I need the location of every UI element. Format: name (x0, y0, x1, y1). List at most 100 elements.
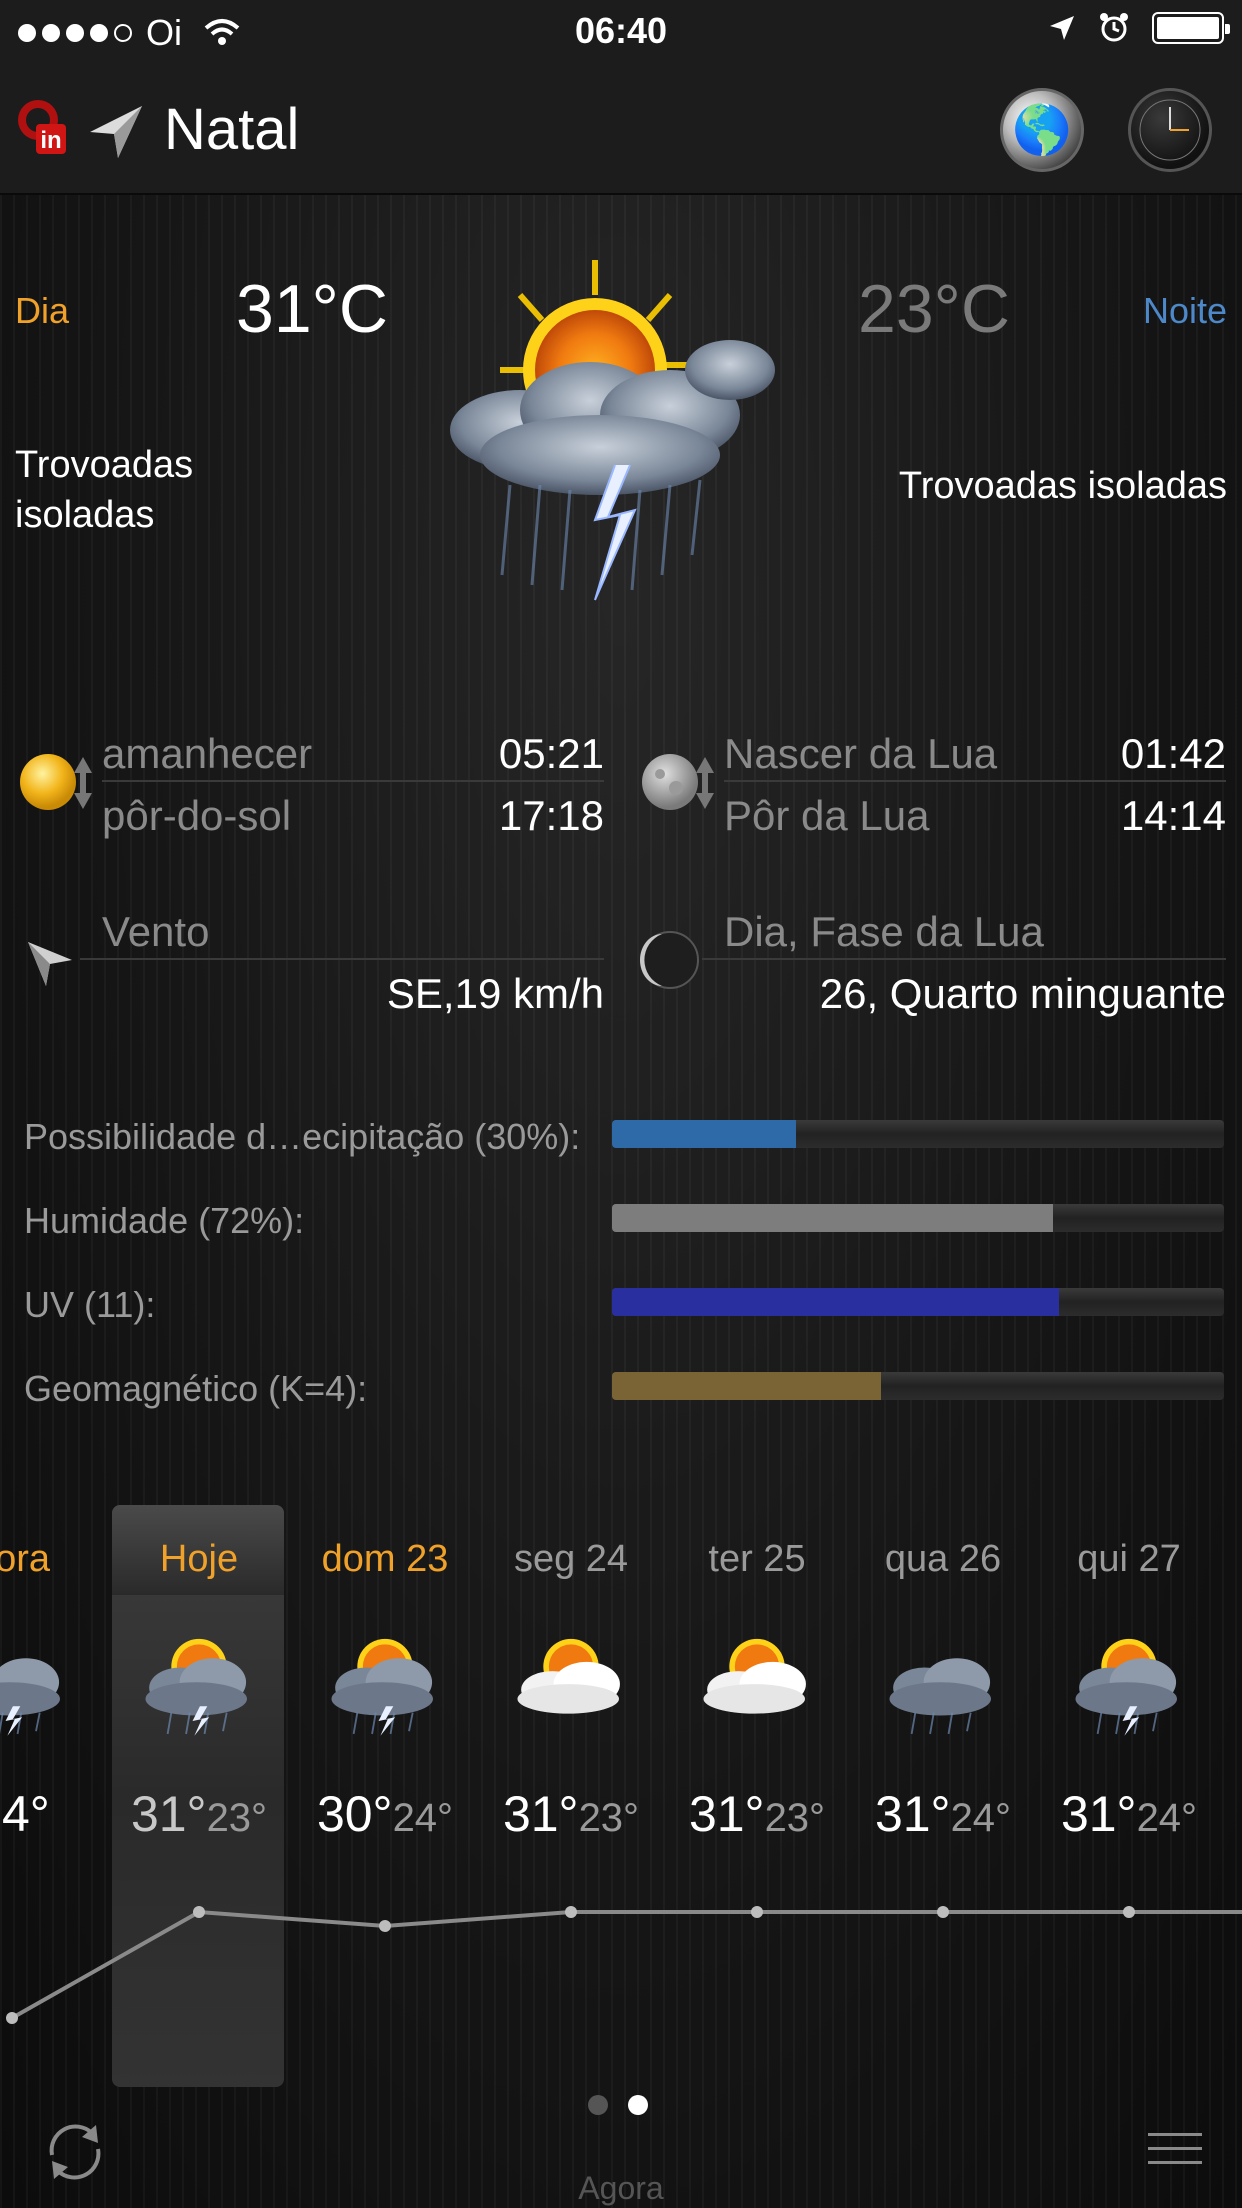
forecast-temperature: 31°23° (476, 1785, 666, 1843)
humidity-bar (612, 1204, 1224, 1232)
day-condition: Trovoadas isoladas (15, 444, 194, 536)
svg-text:in: in (40, 127, 61, 154)
sunset-label: pôr-do-sol (102, 792, 292, 839)
sunrise-row: amanhecer 05:21 (102, 730, 604, 778)
forecast-day-label[interactable]: Hoje (109, 1538, 289, 1581)
clock-button[interactable] (1128, 88, 1212, 172)
forecast-high: 31° (502, 1786, 579, 1842)
sunrise-time: 05:21 (498, 730, 604, 777)
moonrise-time: 01:42 (1120, 730, 1226, 777)
forecast-temperature: 31°24° (1034, 1785, 1224, 1843)
forecast-high: 31° (130, 1786, 207, 1842)
night-condition: Trovoadas isoladas (898, 465, 1227, 507)
forecast-high: 30° (316, 1786, 393, 1842)
forecast-day-label[interactable]: qua 26 (853, 1538, 1033, 1581)
bar-fill (612, 1120, 796, 1148)
forecast-temperature: 31°24° (848, 1785, 1038, 1843)
forecast-high: 31° (874, 1786, 951, 1842)
moon-icon (642, 754, 698, 810)
uv-bar (612, 1288, 1224, 1316)
alarm-icon (1100, 13, 1128, 42)
thunderstorm-cloud-icon (0, 1658, 60, 1736)
agora-label: Agora (578, 2170, 664, 2206)
forecast-low: 23° (206, 1796, 268, 1840)
wind-label-row: Vento (102, 908, 604, 956)
precipitation-bar (612, 1120, 1224, 1148)
temperature-graph (6, 1906, 1242, 2024)
forecast-low: 23° (764, 1796, 826, 1840)
nav-bar: in Natal 🌎 (0, 70, 1242, 190)
forecast-high: 31° (1060, 1786, 1137, 1842)
sunset-time: 17:18 (498, 792, 604, 839)
forecast-day-label[interactable]: ter 25 (667, 1538, 847, 1581)
wind-direction-icon (28, 942, 72, 986)
thunderstorm-sun-icon (450, 260, 775, 601)
sunset-row: pôr-do-sol 17:18 (102, 792, 604, 840)
thunderstorm-sun-icon (331, 1638, 433, 1736)
geomagnetic-bar (612, 1372, 1224, 1400)
page-dot[interactable] (588, 2095, 608, 2115)
weather-in-logo-icon[interactable]: in (14, 98, 68, 156)
up-down-arrows-icon (696, 757, 714, 809)
page-indicator[interactable] (588, 2095, 648, 2115)
thunderstorm-sun-icon (1075, 1638, 1177, 1736)
forecast-temperature: 24° (0, 1785, 107, 1843)
forecast-low: 24° (1136, 1796, 1198, 1840)
forecast-low: 24° (950, 1796, 1012, 1840)
forecast-day-label[interactable]: seg 24 (481, 1538, 661, 1581)
menu-icon[interactable] (1148, 2133, 1202, 2169)
sun-icon (20, 754, 76, 810)
forecast-day-label[interactable]: qui 27 (1039, 1538, 1219, 1581)
night-temperature: 23°C (858, 271, 1010, 347)
moonrise-label: Nascer da Lua (724, 730, 998, 777)
moon-phase-label-row: Dia, Fase da Lua (724, 908, 1226, 956)
moon-phase-icon (640, 931, 699, 989)
moonrise-row: Nascer da Lua 01:42 (724, 730, 1226, 778)
page-dot-active[interactable] (628, 2095, 648, 2115)
sun-cloud-icon (703, 1638, 806, 1714)
wind-value: SE,19 km/h (386, 970, 604, 1017)
moon-phase-label: Dia, Fase da Lua (724, 908, 1044, 955)
up-down-arrows-icon (74, 757, 92, 809)
geomagnetic-label: Geomagnético (K=4): (24, 1368, 368, 1409)
divider (80, 958, 604, 960)
divider (702, 958, 1226, 960)
sunrise-label: amanhecer (102, 730, 313, 777)
forecast-day-label[interactable]: dom 23 (295, 1538, 475, 1581)
thunderstorm-sun-icon (145, 1638, 247, 1736)
forecast-low: 23° (578, 1796, 640, 1840)
forecast-low: 24° (392, 1796, 454, 1840)
precipitation-label: Possibilidade d…ecipitação (30%): (24, 1116, 581, 1157)
bar-fill (612, 1372, 882, 1400)
sun-cloud-icon (517, 1638, 620, 1714)
humidity-label: Humidade (72%): (24, 1200, 305, 1241)
wind-label: Vento (102, 908, 210, 955)
moonset-row: Pôr da Lua 14:14 (724, 792, 1226, 840)
bar-fill (612, 1204, 1053, 1232)
bar-fill (612, 1288, 1059, 1316)
rain-cloud-icon (889, 1658, 991, 1735)
globe-icon: 🌎 (1012, 104, 1072, 157)
city-name[interactable]: Natal (164, 96, 299, 163)
forecast-high: 31° (688, 1786, 765, 1842)
uv-label: UV (11): (24, 1284, 156, 1325)
location-arrow-icon[interactable] (86, 102, 146, 162)
moonset-label: Pôr da Lua (724, 792, 930, 839)
moonset-time: 14:14 (1120, 792, 1226, 839)
status-bar: Oi 06:40 (0, 0, 1242, 62)
forecast-temperature: 31°23° (662, 1785, 852, 1843)
top-bar: Oi 06:40 in Natal 🌎 (0, 0, 1242, 195)
location-services-icon (1050, 16, 1074, 40)
forecast-temperature: 30°24° (290, 1785, 480, 1843)
battery-icon (1152, 12, 1230, 44)
status-icons (1048, 12, 1230, 44)
divider (724, 780, 1226, 782)
globe-button[interactable]: 🌎 (1000, 88, 1084, 172)
forecast-high: 24° (0, 1786, 50, 1842)
divider (102, 780, 604, 782)
moon-phase-value: 26, Quarto minguante (819, 970, 1226, 1017)
night-label: Noite (1142, 290, 1227, 331)
day-temperature: 31°C (236, 271, 388, 347)
forecast-day-label[interactable]: gora (0, 1538, 102, 1581)
clock-icon (1139, 99, 1201, 161)
